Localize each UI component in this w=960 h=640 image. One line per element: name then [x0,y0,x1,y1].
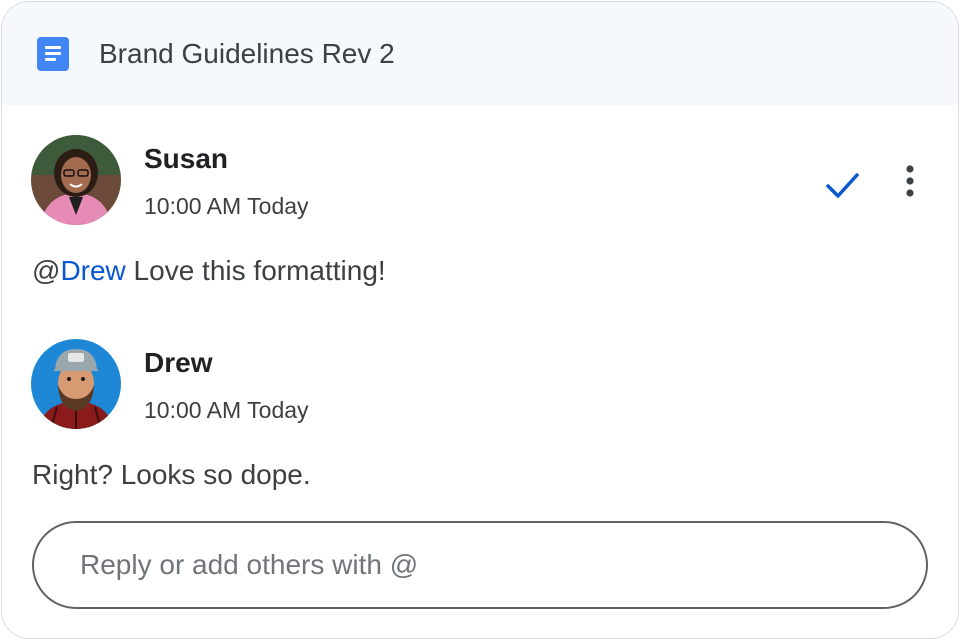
thread-header: Brand Guidelines Rev 2 [2,2,958,105]
comment-body: Love this formatting! [125,255,386,286]
comment-thread-card: Brand Guidelines Rev 2 Susan 10:00 AM To… [1,1,959,639]
comment-text: @Drew Love this formatting! [32,255,386,287]
reply-box[interactable] [32,521,928,609]
avatar[interactable] [31,135,121,225]
comment-timestamp: 10:00 AM Today [144,397,309,423]
comment-text: Right? Looks so dope. [32,459,311,490]
mention-link[interactable]: Drew [60,255,125,286]
comment-author: Susan [144,143,229,174]
checkmark-icon[interactable] [820,163,864,207]
mention-prefix: @ [32,255,61,286]
avatar[interactable] [31,339,121,429]
comment-author: Drew [144,347,213,378]
document-title[interactable]: Brand Guidelines Rev 2 [99,38,395,70]
comment-timestamp: 10:00 AM Today [144,193,309,219]
google-docs-icon [37,36,69,71]
more-vert-icon[interactable] [890,161,930,201]
reply-input[interactable] [78,548,902,582]
